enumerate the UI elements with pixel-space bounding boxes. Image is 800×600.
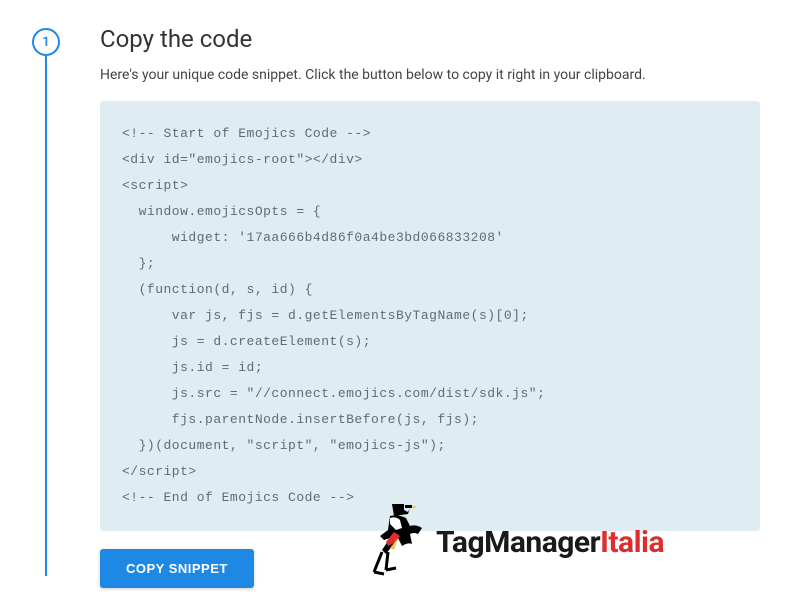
step-timeline-line <box>45 56 47 576</box>
step-number: 1 <box>42 35 49 50</box>
logo-text: TagManagerItalia <box>436 525 664 560</box>
copy-snippet-button[interactable]: COPY SNIPPET <box>100 549 254 588</box>
step-title: Copy the code <box>100 25 760 53</box>
step-number-badge: 1 <box>32 28 60 56</box>
code-snippet-box: <!-- Start of Emojics Code --> <div id="… <box>100 101 760 531</box>
logo-text-part2: Italia <box>600 525 664 560</box>
brand-logo: TagManagerItalia <box>360 502 664 582</box>
woodpecker-icon <box>360 502 430 582</box>
step-description: Here's your unique code snippet. Click t… <box>100 67 760 83</box>
logo-text-part1: TagManager <box>436 525 600 560</box>
